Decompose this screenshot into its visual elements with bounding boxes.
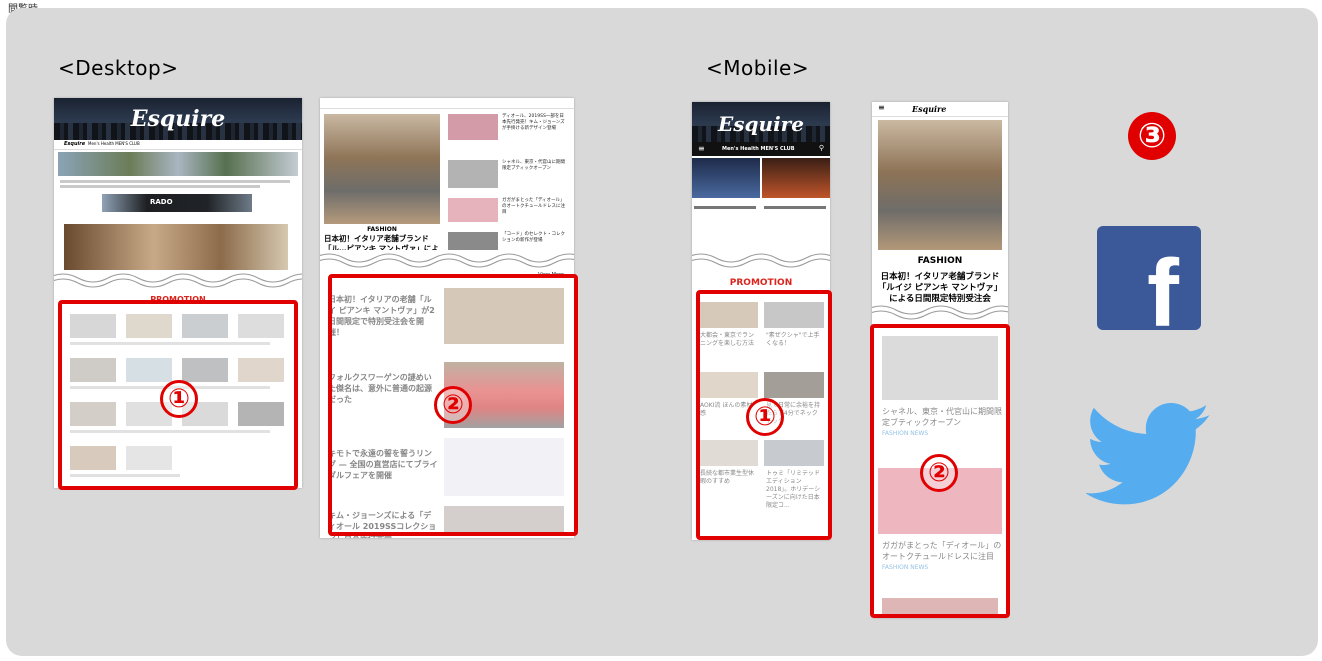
twitter-icon[interactable] <box>1086 400 1212 510</box>
torn-edge <box>54 270 302 288</box>
side-item-title[interactable]: ディオール、2019SS一部を日本先行発売！キム・ジョーンズが手掛ける新デザイン… <box>502 114 568 132</box>
promotion-heading: PROMOTION <box>729 278 793 288</box>
marker-three-social: ③ <box>1128 112 1176 160</box>
ad-brand-label: RADO <box>150 198 173 206</box>
marker-two-desktop: ② <box>434 386 472 424</box>
facebook-icon[interactable]: f <box>1097 226 1201 330</box>
mobile-article-headline[interactable]: 日本初！イタリア老舗ブランド「ルイジ ピアンキ マントヴァ」による日間限定特別受… <box>876 272 1004 305</box>
mobile-article-logo[interactable]: Esquire <box>912 104 946 114</box>
torn-edge <box>872 302 1008 320</box>
nav-links[interactable]: Men's Health MEN'S CLUB <box>722 146 795 152</box>
side-item-thumb[interactable] <box>448 232 498 250</box>
featured-captions <box>60 180 290 183</box>
featured-thumbnail-strip[interactable] <box>58 152 298 176</box>
esquire-logo: Esquire <box>718 112 804 136</box>
side-item-thumb[interactable] <box>448 114 498 140</box>
esquire-logo: Esquire <box>130 106 226 132</box>
main-article-category: FASHION <box>367 226 397 233</box>
mobile-main-photo[interactable] <box>878 120 1002 250</box>
search-icon[interactable]: ⚲ <box>819 144 824 152</box>
side-item-title[interactable]: ガガがまとった「ディオール」のオートクチュールドレスに注目 <box>502 198 568 216</box>
mobile-navbar[interactable]: ≡ Men's Health MEN'S CLUB ⚲ <box>692 142 830 156</box>
side-item-title[interactable]: シャネル、東京・代官山に期間限定ブティックオープン <box>502 160 568 172</box>
nav-links[interactable]: Men's Health MEN'S CLUB <box>88 141 140 146</box>
marker-one-mobile: ① <box>746 398 784 436</box>
desktop-navbar[interactable]: Esquire Men's Health MEN'S CLUB <box>54 140 302 150</box>
mobile-feature-caption <box>694 206 756 209</box>
side-item-thumb[interactable] <box>448 198 498 222</box>
mobile-hero-image: Esquire <box>692 102 830 142</box>
mobile-article-category: FASHION <box>917 256 963 266</box>
rado-ad-banner[interactable]: RADO <box>102 194 252 212</box>
torn-edge <box>692 250 830 268</box>
hamburger-menu-icon[interactable]: ≡ <box>698 144 705 153</box>
article-topbar[interactable] <box>320 98 574 109</box>
mobile-feature-caption <box>764 206 826 209</box>
featured-captions-2 <box>60 185 260 188</box>
desktop-hero-image: Esquire <box>54 98 302 140</box>
marker-one-desktop: ① <box>160 380 198 418</box>
side-item-thumb[interactable] <box>448 160 498 188</box>
comparison-panel: <Desktop> <Mobile> Esquire Esquire Men's… <box>6 8 1318 656</box>
side-item-title[interactable]: 「コード」のセレクト・コレクションの新作が登場 <box>502 232 568 244</box>
mobile-article-header[interactable]: ≡ Esquire <box>872 102 1008 117</box>
torn-edge <box>320 250 574 268</box>
mobile-feature-thumb[interactable] <box>692 158 760 198</box>
desktop-section-label: <Desktop> <box>58 56 179 80</box>
marker-two-mobile: ② <box>920 454 958 492</box>
main-article-photo[interactable] <box>324 114 440 224</box>
mobile-section-label: <Mobile> <box>706 56 810 80</box>
facebook-glyph: f <box>1147 240 1179 331</box>
mobile-feature-thumb[interactable] <box>762 158 830 198</box>
hamburger-menu-icon[interactable]: ≡ <box>878 103 885 112</box>
nav-brand[interactable]: Esquire <box>64 141 85 147</box>
hero-article-photo[interactable] <box>64 224 288 270</box>
